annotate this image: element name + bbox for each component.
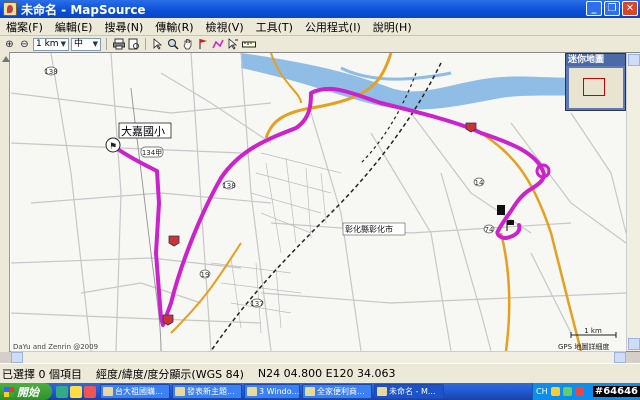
mini-map-title: 迷你地圖 [566,54,625,66]
horizontal-scrollbar[interactable] [11,351,626,363]
window-controls: _ ❐ ✕ [586,1,638,16]
taskbar-item[interactable]: 台大祖國購... [100,384,170,399]
mini-map-view[interactable] [569,68,623,108]
menu-edit[interactable]: 編輯(E) [49,19,99,35]
scale-select[interactable]: 1 km ▼ [33,37,69,51]
distance-tool-icon[interactable] [226,38,239,51]
shield-19-icon [168,235,180,247]
vertical-scrollbar[interactable] [626,53,640,351]
detail-select[interactable]: 中 ▼ [71,37,101,51]
system-tray: CH #64646 [532,383,640,400]
route-134-label: 134甲 [142,149,162,157]
menu-file[interactable]: 檔案(F) [0,19,49,35]
tray-clock: #64646 [592,386,640,397]
print-icon[interactable] [112,38,125,51]
taskbar-item-mapsource[interactable]: 未命名 - M... [374,384,444,399]
route-tool-icon[interactable] [211,38,224,51]
window-title: 未命名 - MapSource [21,2,146,17]
collapse-arrow-icon [2,56,10,62]
town-streets [210,152,342,334]
language-indicator[interactable]: CH [536,387,548,396]
track-list-collapse-bar[interactable] [0,52,10,352]
menu-bar: 檔案(F) 編輯(E) 搜尋(N) 傳輸(R) 檢視(V) 工具(T) 公用程式… [0,18,640,36]
menu-transfer[interactable]: 傳輸(R) [149,19,199,35]
start-button[interactable]: 開始 [0,383,52,400]
mini-map-viewport[interactable] [583,78,605,96]
route-19-label: 19 [201,271,210,279]
school-label: 大嘉國小 [121,124,165,138]
mini-map[interactable]: 迷你地圖 [565,53,626,111]
map-detail-label: GPS 地圖詳細度 [558,342,609,351]
highway-74-south [480,131,583,351]
highway-14 [499,232,511,351]
toolbar-separator [106,38,107,50]
map-copyright: DaYu and Zenrin @2009 [13,343,98,351]
zoom-in-icon[interactable]: ⊕ [3,38,16,51]
zoom-out-icon[interactable]: ⊖ [18,38,31,51]
school-waypoint[interactable]: ⚑ [105,137,121,153]
route-line[interactable] [114,86,546,327]
quick-launch-icon[interactable] [84,385,96,398]
scroll-right-button[interactable] [614,352,626,363]
waypoint-tool-icon[interactable] [196,38,209,51]
taskbar-item[interactable]: 全家便利商... [302,384,372,399]
menu-view[interactable]: 檢視(V) [200,19,250,35]
tray-icon[interactable] [562,387,572,396]
select-tool-icon[interactable] [151,38,164,51]
map-svg: 138 138 19 137 14 74 ⚑ 大嘉國小 134甲 彰化縣彰化市 … [11,53,626,351]
map-canvas[interactable]: 138 138 19 137 14 74 ⚑ 大嘉國小 134甲 彰化縣彰化市 … [11,53,626,351]
minimize-button[interactable]: _ [586,1,602,16]
minor-roads [11,53,626,351]
print-preview-icon[interactable] [127,38,140,51]
menu-find[interactable]: 搜尋(N) [98,19,149,35]
selection-status: 已選擇 0 個項目 [2,367,82,381]
status-bar: 已選擇 0 個項目 經度/緯度/度分顯示(WGS 84) N24 04.800 … [0,363,640,383]
coord-format: 經度/緯度/度分顯示(WGS 84) [96,367,244,381]
route-14-label: 14 [475,179,484,187]
menu-utilities[interactable]: 公用程式(I) [299,19,367,35]
scroll-left-button[interactable] [11,352,23,363]
title-bar: 未命名 - MapSource _ ❐ ✕ [0,0,640,18]
maximize-button[interactable]: ❐ [604,1,620,16]
toolbar: ⊕ ⊖ 1 km ▼ 中 ▼ [0,36,640,52]
windows-taskbar: 開始 台大祖國購... 發表新主題... 3 Windo... 全家便利商...… [0,383,640,400]
route-138-north-label: 138 [44,68,57,76]
quick-launch-icon[interactable] [70,385,82,398]
ruler-tool-icon[interactable] [241,38,257,51]
menu-tools[interactable]: 工具(T) [250,19,299,35]
toolbar-separator [145,38,146,50]
city-label: 彰化縣彰化市 [345,224,393,234]
magnify-tool-icon[interactable] [166,38,179,51]
quick-launch [56,385,96,398]
chevron-down-icon: ▼ [60,39,66,48]
mapsource-app-icon [3,2,17,16]
route-137-label: 137 [250,300,263,308]
tray-icon[interactable] [550,387,560,396]
route-138-label: 138 [222,182,235,190]
taskbar-item[interactable]: 3 Windo... [244,384,300,399]
close-button[interactable]: ✕ [622,1,638,16]
taskbar-item[interactable]: 發表新主題... [172,384,242,399]
quick-launch-icon[interactable] [56,385,68,398]
hand-tool-icon[interactable] [181,38,194,51]
scale-select-value: 1 km [36,38,59,49]
start-label: 開始 [17,385,39,399]
windows-logo-icon [4,386,14,397]
school-flag-icon: ⚑ [109,142,117,152]
route-74-label: 74 [485,226,494,234]
tray-icon[interactable] [574,387,584,396]
cursor-coordinates: N24 04.800 E120 34.063 [257,367,396,380]
scroll-down-button[interactable] [628,338,640,350]
detail-select-value: 中 [74,38,84,49]
scroll-up-button[interactable] [628,54,640,66]
menu-help[interactable]: 說明(H) [367,19,418,35]
chevron-down-icon: ▼ [92,39,98,48]
scale-label: 1 km [584,327,602,335]
